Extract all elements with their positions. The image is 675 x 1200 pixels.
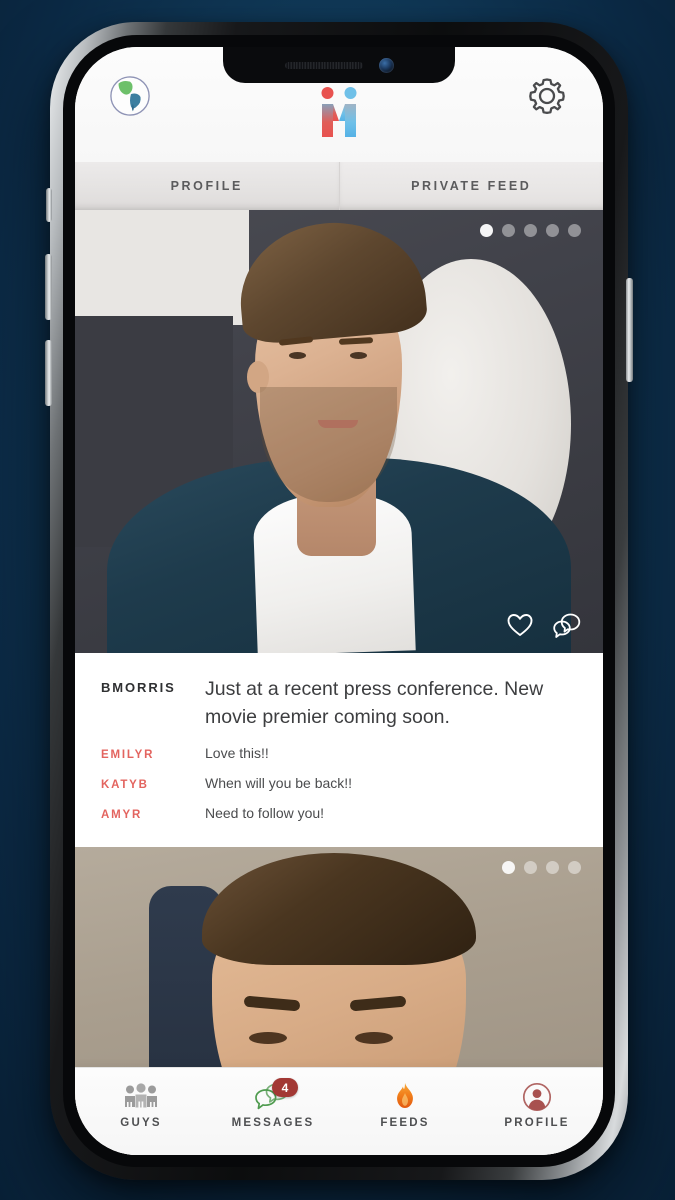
comment-text: Need to follow you!	[205, 805, 325, 822]
chat-bubbles-icon: 4	[251, 1078, 298, 1112]
pagination-dot[interactable]	[568, 224, 581, 237]
power-button[interactable]	[626, 278, 633, 382]
feed-post: BMORRIS Just at a recent press conferenc…	[75, 210, 603, 848]
feed-scroll-area[interactable]: BMORRIS Just at a recent press conferenc…	[75, 210, 603, 1155]
tab-profile-label: PROFILE	[170, 179, 243, 193]
nav-label-profile: PROFILE	[504, 1117, 570, 1129]
volume-down-button[interactable]	[45, 340, 52, 406]
comment-text: When will you be back!!	[205, 775, 353, 792]
nav-item-guys[interactable]: GUYS	[75, 1068, 207, 1155]
pagination-dot[interactable]	[546, 224, 559, 237]
front-camera-icon	[378, 57, 394, 73]
globe-icon[interactable]	[109, 75, 151, 117]
photo-backdrop-panel	[75, 210, 250, 326]
pagination-dot[interactable]	[524, 224, 537, 237]
comment-username[interactable]: KATYB	[101, 779, 205, 791]
app-logo	[316, 85, 362, 139]
photo-subject-eye-right	[354, 1031, 393, 1044]
device-notch	[223, 47, 455, 83]
comment-row: AMYR Need to follow you!	[101, 805, 577, 821]
comment-text: Love this!!	[205, 745, 269, 762]
comment-username[interactable]: AMYR	[101, 809, 205, 821]
nav-label-messages: MESSAGES	[231, 1117, 315, 1129]
nav-item-profile[interactable]: PROFILE	[471, 1068, 603, 1155]
gear-icon[interactable]	[525, 74, 569, 118]
user-circle-icon	[522, 1082, 552, 1112]
pagination-dot[interactable]	[502, 861, 515, 875]
tab-profile[interactable]: PROFILE	[75, 162, 339, 210]
phone-screen: PROFILE PRIVATE FEED BMORRIS Just at a r…	[75, 47, 603, 1155]
pagination-dot[interactable]	[546, 861, 559, 875]
post-caption-row: BMORRIS Just at a recent press conferenc…	[101, 675, 577, 731]
photo-subject-eye-left	[288, 351, 306, 359]
post-author-name[interactable]: BMORRIS	[101, 675, 205, 695]
comment-username[interactable]: EMILYR	[101, 749, 205, 761]
people-group-icon	[121, 1082, 161, 1112]
nav-item-messages[interactable]: 4 MESSAGES	[207, 1068, 339, 1155]
nav-label-feeds: FEEDS	[380, 1117, 430, 1129]
heart-icon[interactable]	[507, 613, 533, 637]
volume-up-button[interactable]	[45, 254, 52, 320]
photo-pagination-dots	[480, 224, 581, 237]
phone-device-frame: PROFILE PRIVATE FEED BMORRIS Just at a r…	[45, 22, 633, 1180]
phone-bezel: PROFILE PRIVATE FEED BMORRIS Just at a r…	[63, 35, 615, 1167]
tab-private-feed[interactable]: PRIVATE FEED	[338, 162, 603, 210]
pagination-dot[interactable]	[480, 224, 493, 237]
pagination-dot[interactable]	[502, 224, 515, 237]
photo-subject-eye-left	[249, 1031, 288, 1044]
comment-bubbles-icon[interactable]	[553, 613, 581, 639]
mute-switch[interactable]	[46, 188, 52, 222]
photo-action-bar	[507, 613, 581, 639]
comment-row: KATYB When will you be back!!	[101, 775, 577, 791]
photo-pagination-dots	[502, 861, 581, 875]
pagination-dot[interactable]	[524, 861, 537, 875]
nav-label-guys: GUYS	[120, 1117, 162, 1129]
tab-private-feed-label: PRIVATE FEED	[411, 179, 532, 193]
bottom-navigation-bar: GUYS 4 MESSAGES FEEDS PROFILE	[75, 1067, 603, 1155]
post-body: BMORRIS Just at a recent press conferenc…	[75, 653, 603, 848]
post-caption-text: Just at a recent press conference. New m…	[205, 678, 544, 729]
photo-subject-mouth	[317, 420, 358, 429]
photo-subject-eye-right	[349, 351, 367, 359]
post-photo[interactable]	[75, 210, 603, 653]
earpiece-speaker-icon	[284, 61, 363, 69]
nav-item-feeds[interactable]: FEEDS	[339, 1068, 471, 1155]
comment-row: EMILYR Love this!!	[101, 745, 577, 761]
tab-bar: PROFILE PRIVATE FEED	[75, 162, 603, 210]
messages-badge: 4	[272, 1078, 298, 1097]
flame-icon	[392, 1082, 418, 1112]
pagination-dot[interactable]	[568, 861, 581, 875]
